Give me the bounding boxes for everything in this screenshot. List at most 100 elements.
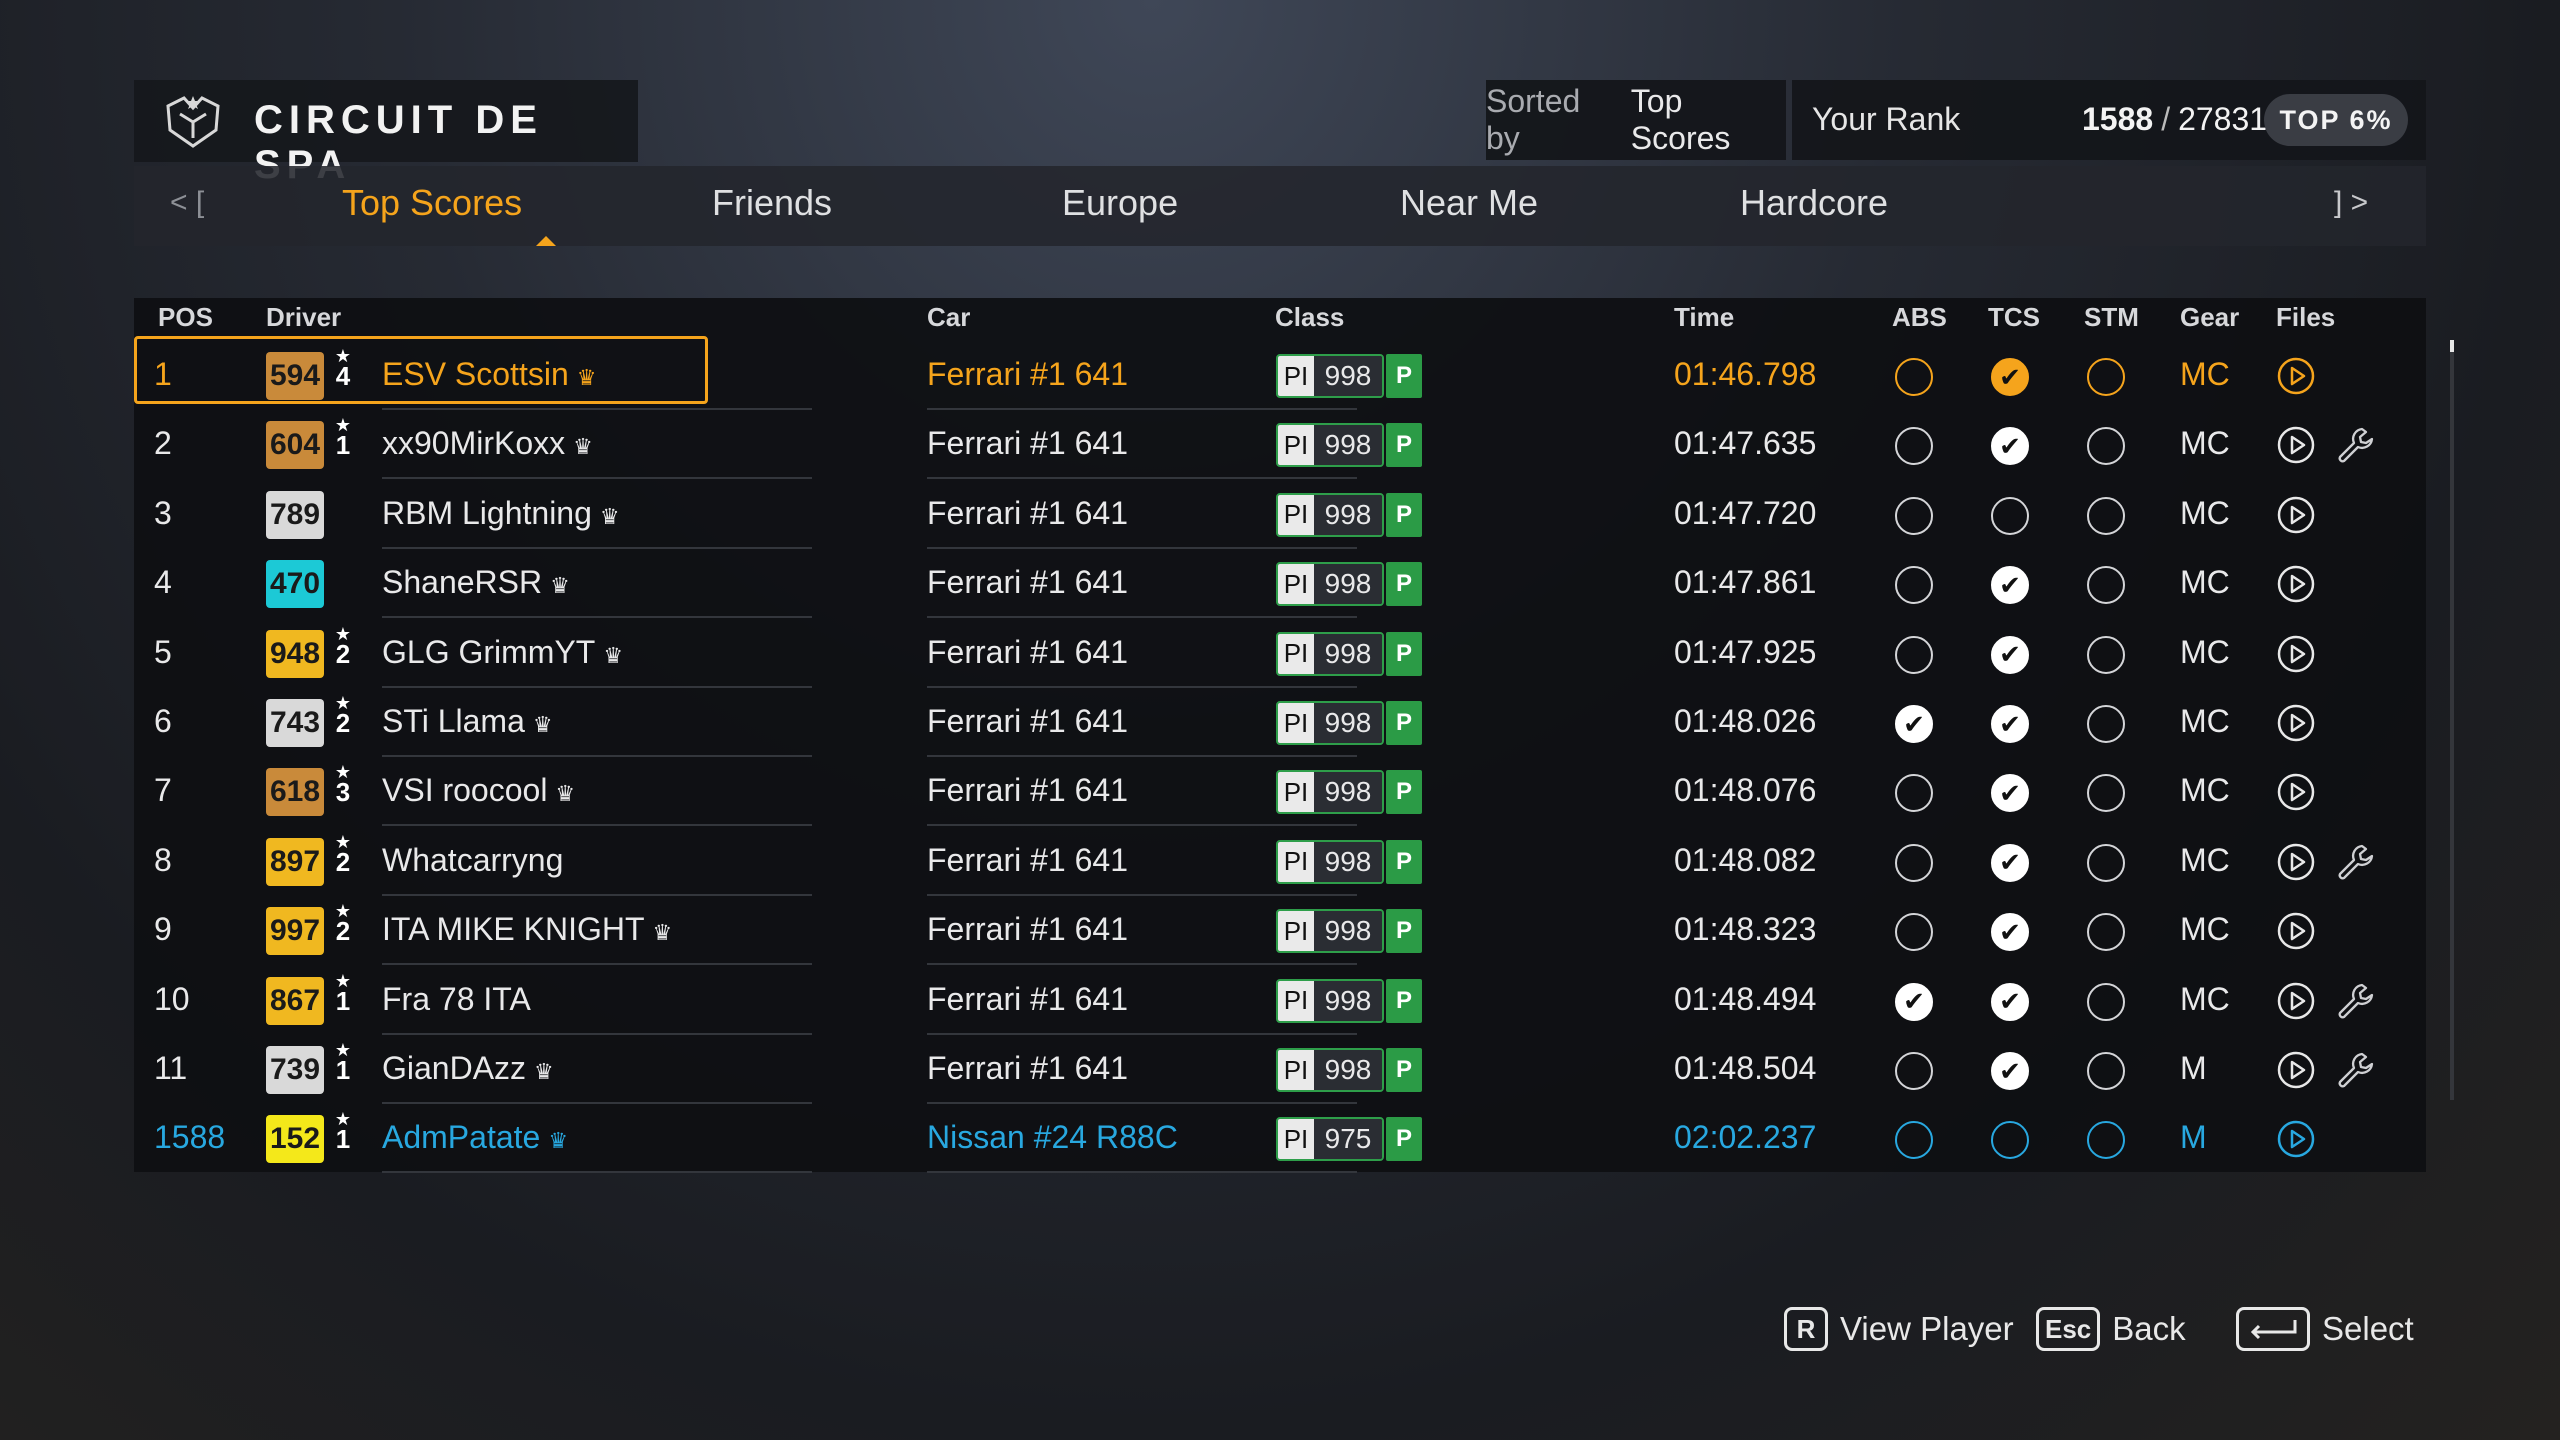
table-row[interactable]: 7 618 ★ 3 VSI roocool ♛ Ferrari #1 641 PI 998 P 01…: [134, 758, 2426, 827]
scrollbar-track[interactable]: [2450, 340, 2454, 1100]
tune-wrench-icon[interactable]: [2332, 979, 2376, 1023]
pi-label: PI: [1278, 425, 1314, 466]
car-name: Ferrari #1 641: [927, 425, 1128, 462]
replay-play-icon[interactable]: [2276, 981, 2316, 1021]
pi-label: PI: [1278, 1119, 1314, 1160]
driver-stars: ★ 1: [332, 1109, 354, 1152]
performance-index: PI 998: [1276, 423, 1384, 468]
pi-label: PI: [1278, 980, 1314, 1021]
player-row[interactable]: 1588 152 ★ 1 AdmPatate ♛ Nissan #24 R88C PI 975 P…: [134, 1105, 2426, 1174]
driver-level-badge: 997: [266, 907, 324, 956]
your-rank-label: Your Rank: [1812, 101, 1961, 137]
view-player-action[interactable]: R View Player: [1784, 1302, 2014, 1356]
tab-friends[interactable]: Friends: [712, 182, 832, 224]
gear-type: M: [2180, 1050, 2207, 1086]
star-count: 2: [335, 846, 351, 877]
driver-level-badge: 604: [266, 421, 324, 470]
table-row[interactable]: 2 604 ★ 1 xx90MirKoxx ♛ Ferrari #1 641 PI 998 P 01…: [134, 411, 2426, 480]
abs-off-icon: [1895, 358, 1933, 396]
col-files-header: Files: [2276, 302, 2336, 332]
car-name: Ferrari #1 641: [927, 980, 1128, 1017]
driver-name[interactable]: ITA MIKE KNIGHT ♛: [382, 911, 672, 948]
stm-off-icon: [2087, 1121, 2125, 1160]
table-row[interactable]: 1 594 ★ 4 ESV Scottsin ♛ Ferrari #1 641 PI 998 P 0…: [134, 336, 2426, 410]
lap-time: 02:02.237: [1674, 1119, 1817, 1156]
driver-name[interactable]: RBM Lightning ♛: [382, 495, 620, 532]
tab-europe[interactable]: Europe: [1062, 182, 1178, 224]
replay-play-icon[interactable]: [2276, 1119, 2316, 1159]
table-row[interactable]: 9 997 ★ 2 ITA MIKE KNIGHT ♛ Ferrari #1 641 PI 99…: [134, 897, 2426, 966]
class-badge: P: [1386, 354, 1422, 398]
car-name: Ferrari #1 641: [927, 772, 1128, 809]
driver-name[interactable]: ShaneRSR ♛: [382, 564, 570, 601]
replay-play-icon[interactable]: [2276, 495, 2316, 535]
table-row[interactable]: 5 948 ★ 2 GLG GrimmYT ♛ Ferrari #1 641 PI 998 P 01…: [134, 620, 2426, 688]
tab-top-scores[interactable]: Top Scores: [342, 182, 522, 224]
select-action[interactable]: Select: [2236, 1302, 2414, 1356]
stm-off-icon: [2087, 427, 2125, 466]
driver-name-text: GLG GrimmYT: [382, 633, 596, 670]
tune-wrench-icon[interactable]: [2332, 840, 2376, 884]
driver-name[interactable]: VSI roocool ♛: [382, 772, 575, 809]
replay-play-icon[interactable]: [2276, 356, 2316, 396]
performance-index: PI 998: [1276, 909, 1384, 954]
gear-type: MC: [2180, 356, 2230, 392]
table-row[interactable]: 11 739 ★ 1 GianDAzz ♛ Ferrari #1 641 PI 998 P 01:4…: [134, 1036, 2426, 1104]
driver-name[interactable]: Fra 78 ITA: [382, 981, 531, 1018]
table-row[interactable]: 6 743 ★ 2 STi Llama ♛ Ferrari #1 641 PI 998 P 01:4…: [134, 689, 2426, 757]
row-position: 10: [154, 980, 190, 1017]
tab-near-me[interactable]: Near Me: [1400, 182, 1538, 224]
driver-level-badge: 739: [266, 1046, 324, 1094]
your-rank-value: 1588/27831: [2082, 101, 2267, 138]
table-row[interactable]: 3 789 RBM Lightning ♛ Ferrari #1 641 PI 998 P 01…: [134, 481, 2426, 549]
table-row[interactable]: 4 470 ShaneRSR ♛ Ferrari #1 641 PI 998 P 01:47.8…: [134, 550, 2426, 619]
replay-play-icon[interactable]: [2276, 842, 2316, 882]
scrollbar-thumb[interactable]: [2450, 340, 2454, 352]
replay-play-icon[interactable]: [2276, 1050, 2316, 1090]
replay-play-icon[interactable]: [2276, 772, 2316, 812]
sorted-by-value: Top Scores: [1630, 83, 1731, 156]
driver-name[interactable]: xx90MirKoxx ♛: [382, 425, 593, 462]
replay-play-icon[interactable]: [2276, 564, 2316, 604]
replay-play-icon[interactable]: [2276, 425, 2316, 465]
driver-name[interactable]: GLG GrimmYT ♛: [382, 634, 623, 671]
lap-time: 01:48.076: [1674, 772, 1817, 809]
abs-off-icon: [1895, 1052, 1933, 1090]
back-action[interactable]: Esc Back: [2036, 1302, 2186, 1356]
driver-name[interactable]: ESV Scottsin ♛: [382, 356, 596, 393]
crown-icon: ♛: [573, 434, 593, 460]
driver-name-text: ESV Scottsin: [382, 356, 569, 392]
driver-stars: ★ 1: [332, 415, 354, 458]
car-divider: [927, 893, 1357, 896]
car-divider: [927, 963, 1357, 966]
crown-icon: ♛: [603, 642, 624, 668]
driver-name-text: GianDAzz: [382, 1050, 527, 1086]
tab-prev-button[interactable]: < [: [170, 186, 204, 220]
pi-label: PI: [1278, 911, 1314, 952]
car-divider: [927, 824, 1357, 827]
car-name: Nissan #24 R88C: [927, 1119, 1178, 1156]
table-row[interactable]: 10 867 ★ 1 Fra 78 ITA Ferrari #1 641 PI 998 P 01:…: [134, 967, 2426, 1035]
tune-wrench-icon[interactable]: [2332, 423, 2376, 467]
driver-name[interactable]: AdmPatate ♛: [382, 1119, 568, 1156]
tab-next-button[interactable]: ] >: [2334, 186, 2368, 220]
driver-name[interactable]: Whatcarryng: [382, 842, 563, 879]
driver-name[interactable]: GianDAzz ♛: [382, 1050, 554, 1087]
pi-label: PI: [1278, 564, 1314, 605]
stm-off-icon: [2087, 913, 2125, 952]
tab-hardcore[interactable]: Hardcore: [1740, 182, 1888, 224]
tune-wrench-icon[interactable]: [2332, 1048, 2376, 1092]
performance-index: PI 998: [1276, 701, 1384, 745]
sort-selector[interactable]: Sorted by Top Scores: [1486, 80, 1786, 160]
replay-play-icon[interactable]: [2276, 634, 2316, 674]
driver-name[interactable]: STi Llama ♛: [382, 703, 553, 740]
abs-off-icon: [1895, 843, 1933, 882]
driver-level-badge: 618: [266, 768, 324, 817]
replay-play-icon[interactable]: [2276, 911, 2316, 951]
driver-divider: [382, 685, 812, 688]
esc-key-icon: Esc: [2036, 1307, 2101, 1351]
replay-play-icon[interactable]: [2276, 703, 2316, 743]
view-player-label: View Player: [1840, 1310, 2014, 1347]
table-row[interactable]: 8 897 ★ 2 Whatcarryng Ferrari #1 641 PI 998 P 01:…: [134, 828, 2426, 896]
star-count: 1: [335, 985, 351, 1016]
